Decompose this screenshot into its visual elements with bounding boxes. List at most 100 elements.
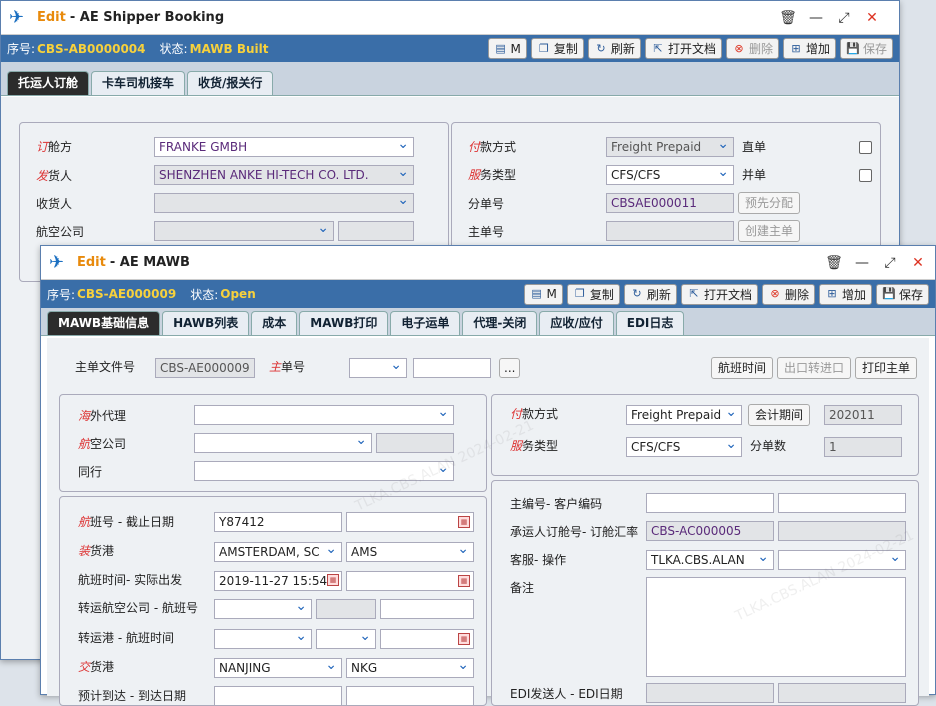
print-mawb-button[interactable]: 打印主单 (855, 357, 918, 379)
minimize-icon[interactable]: — (807, 9, 825, 27)
tab-mawb-print[interactable]: MAWB打印 (299, 311, 389, 335)
calendar-icon[interactable]: ▦ (458, 633, 470, 645)
create-mawb-button[interactable]: 创建主单 (738, 220, 801, 242)
print-m-button[interactable]: ▤ M (523, 283, 563, 305)
booker-select[interactable]: FRANKE GMBH (154, 137, 414, 157)
transfer-port-code-select[interactable] (316, 629, 376, 649)
remark-label: 备注 (510, 581, 535, 595)
airline-select[interactable] (154, 221, 334, 241)
export-to-import-button[interactable]: 出口转进口 (777, 357, 852, 379)
delete-button[interactable]: ⊗ 删除 (761, 283, 815, 305)
overseas-agent-select[interactable] (194, 405, 454, 425)
transfer-airline-select[interactable] (214, 599, 312, 619)
peer-select[interactable] (194, 461, 454, 481)
mawb-window: ✈ Edit - AE MAWB 🗑 — ⤢ ✕ 序号: CBS-AE00000… (40, 245, 936, 706)
print-m-button[interactable]: ▤ M (487, 38, 527, 59)
title-bar: ✈ Edit - AE MAWB 🗑 — ⤢ ✕ (41, 246, 935, 280)
departure-port-select[interactable]: AMSTERDAM, SC (214, 542, 342, 562)
close-icon[interactable]: ✕ (863, 9, 881, 27)
add-button[interactable]: ⊞ 增加 (782, 38, 836, 59)
open-doc-icon: ⇱ (653, 41, 663, 55)
customer-code-input[interactable] (778, 493, 906, 513)
mawb-input[interactable] (606, 221, 734, 241)
cutoff-date-input[interactable]: ▦ (346, 512, 474, 532)
tab-mawb-basic[interactable]: MAWB基础信息 (47, 311, 161, 335)
airline-code (338, 221, 414, 241)
flight-time-button[interactable]: 航班时间 (711, 357, 774, 379)
mawb-lookup-button[interactable]: ... (499, 358, 521, 378)
minimize-icon[interactable]: — (853, 254, 871, 272)
cust-code-label: 主编号- 客户编码 (510, 497, 603, 511)
trash-icon[interactable]: 🗑 (825, 254, 843, 272)
delete-button[interactable]: ⊗ 删除 (725, 38, 779, 59)
shipper-select[interactable]: SHENZHEN ANKE HI-TECH CO. LTD. (154, 165, 414, 185)
tab-agent-close[interactable]: 代理-关闭 (462, 311, 538, 335)
service-type-select[interactable]: CFS/CFS (606, 165, 734, 185)
booking-no-input: CBS-AC000005 (646, 521, 774, 541)
copy-button[interactable]: ❐ 复制 (566, 283, 620, 305)
consignee-select[interactable] (154, 193, 414, 213)
customer-service-select[interactable]: TLKA.CBS.ALAN (646, 550, 774, 570)
mawb-prefix-select[interactable] (349, 358, 407, 378)
airline-select[interactable] (194, 433, 372, 453)
pay-method-select[interactable]: Freight Prepaid (626, 405, 742, 425)
info-bar: 序号: CBS-AB0000004 状态: MAWB Built ▤ M ❐ 复制 … (1, 35, 899, 62)
status-value: MAWB Built (189, 41, 269, 56)
operator-select[interactable] (778, 550, 906, 570)
eta-input[interactable] (214, 686, 342, 706)
service-type-select[interactable]: CFS/CFS (626, 437, 742, 457)
refresh-icon: ↻ (632, 287, 642, 300)
refresh-icon: ↻ (596, 41, 606, 55)
hawb-input[interactable]: CBSAE000011 (606, 193, 734, 213)
merge-checkbox[interactable] (859, 169, 872, 182)
refresh-button[interactable]: ↻ 刷新 (587, 38, 641, 59)
calendar-icon[interactable]: ▦ (458, 516, 470, 528)
flight-no-input[interactable]: Y87412 (214, 512, 342, 532)
transfer-flight-input[interactable] (380, 599, 474, 619)
open-doc-button[interactable]: ⇱ 打开文档 (680, 283, 758, 305)
save-button[interactable]: 💾 保存 (875, 283, 929, 305)
save-button[interactable]: 💾 保存 (839, 38, 893, 59)
transfer-time-input[interactable]: ▦ (380, 629, 474, 649)
file-no-label: 主单文件号 (75, 360, 136, 374)
master-no-input[interactable] (646, 493, 774, 513)
tab-e-waybill[interactable]: 电子运单 (390, 311, 461, 335)
printer-icon: ▤ (495, 41, 506, 55)
tab-ar-ap[interactable]: 应收/应付 (539, 311, 614, 335)
tab-shipper-booking[interactable]: 托运人订舱 (7, 71, 90, 95)
copy-button[interactable]: ❐ 复制 (530, 38, 584, 59)
open-doc-button[interactable]: ⇱ 打开文档 (644, 38, 722, 59)
transfer-port-select[interactable] (214, 629, 312, 649)
arrival-date-input[interactable] (346, 686, 474, 706)
tab-truck-pickup[interactable]: 卡车司机接车 (91, 71, 186, 95)
direct-checkbox[interactable] (859, 141, 872, 154)
transfer-port-label: 转运港 - 航班时间 (78, 631, 174, 645)
prealloc-button[interactable]: 预先分配 (738, 192, 801, 214)
flight-datetime-input[interactable]: 2019-11-27 15:54 (214, 571, 342, 591)
tab-cost[interactable]: 成本 (251, 311, 298, 335)
actual-depart-input[interactable]: ▦ (346, 571, 474, 591)
merge-label: 并单 (742, 168, 767, 182)
calendar-icon[interactable]: ▦ (458, 575, 470, 587)
remark-textarea[interactable] (646, 577, 906, 677)
maximize-icon[interactable]: ⤢ (881, 254, 899, 272)
edi-sender-input (646, 683, 774, 703)
status-label: 状态: (190, 287, 219, 302)
tab-receiving[interactable]: 收货/报关行 (187, 71, 274, 95)
add-button[interactable]: ⊞ 增加 (818, 283, 872, 305)
pay-method-select[interactable]: Freight Prepaid (606, 137, 734, 157)
maximize-icon[interactable]: ⤢ (835, 9, 853, 27)
calendar-icon[interactable]: ▦ (327, 574, 339, 586)
accounting-period-button[interactable]: 会计期间 (748, 404, 811, 426)
mawb-number-input[interactable] (413, 358, 491, 378)
close-icon[interactable]: ✕ (909, 254, 927, 272)
destination-port-select[interactable]: NANJING (214, 658, 342, 678)
departure-code-select[interactable]: AMS (346, 542, 474, 562)
status-label: 状态: (159, 42, 188, 56)
flight-panel: 航班号 - 截止日期 Y87412 ▦ 装货港 AMSTERDAM, SC AM… (59, 496, 487, 706)
tab-edi-log[interactable]: EDI日志 (615, 311, 685, 335)
tab-hawb-list[interactable]: HAWB列表 (162, 311, 250, 335)
refresh-button[interactable]: ↻ 刷新 (623, 283, 677, 305)
destination-code-select[interactable]: NKG (346, 658, 474, 678)
trash-icon[interactable]: 🗑 (779, 9, 797, 27)
